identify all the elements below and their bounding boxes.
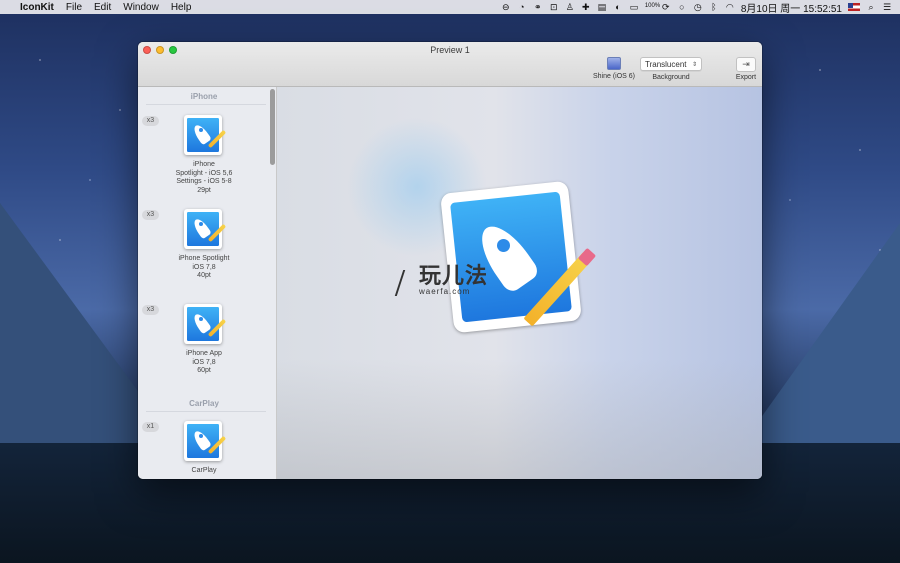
- icon-item-iphone-60pt[interactable]: iPhone App iOS 7,8 60pt: [138, 302, 270, 376]
- watermark-text: 玩儿法: [419, 263, 489, 288]
- preview-canvas: 玩儿法 waerfa.com: [277, 87, 762, 479]
- shine-label: Shine (iOS 6): [592, 73, 636, 80]
- section-divider: [146, 104, 266, 105]
- export-icon[interactable]: ⇥: [736, 57, 756, 72]
- window-content: iPhone x3 iPhone Spotlight - iOS 5,6 Set…: [138, 87, 762, 479]
- flag-icon[interactable]: [848, 3, 860, 11]
- document-icon[interactable]: ▤: [597, 2, 607, 12]
- titlebar: Preview 1 Shine (iOS 6) Translucent ⇕ Ba…: [138, 42, 762, 87]
- search-icon[interactable]: ⌕: [866, 2, 876, 12]
- watermark-url: waerfa.com: [419, 287, 471, 296]
- icon-item-iphone-29pt[interactable]: iPhone Spotlight - iOS 5,6 Settings - iO…: [138, 113, 270, 195]
- list-icon[interactable]: ☰: [882, 2, 892, 12]
- stop-icon[interactable]: ⊖: [501, 2, 511, 12]
- sidebar-scrollbar[interactable]: [270, 89, 275, 165]
- watermark-logo-icon: [394, 270, 420, 296]
- section-header-carplay: CarPlay: [189, 399, 219, 408]
- icon-item-label: iPhone Spotlight - iOS 5,6 Settings - iO…: [175, 161, 233, 194]
- app-icon: [182, 419, 227, 463]
- menu-edit[interactable]: Edit: [94, 2, 111, 13]
- menu-file[interactable]: File: [66, 2, 82, 13]
- app-icon: [182, 302, 227, 346]
- circle-icon[interactable]: ○: [677, 2, 687, 12]
- preview-window: Preview 1 Shine (iOS 6) Translucent ⇕ Ba…: [138, 42, 762, 479]
- background-select[interactable]: Translucent ⇕: [640, 57, 702, 71]
- icon-item-label: iPhone App iOS 7,8 60pt: [186, 350, 222, 374]
- battery-icon[interactable]: ▭: [629, 2, 639, 12]
- background-tool: Translucent ⇕ Background: [638, 57, 704, 81]
- background-value: Translucent: [645, 59, 687, 69]
- datetime[interactable]: 8月10日 周一 15:52:51: [741, 0, 842, 15]
- menu-help[interactable]: Help: [171, 2, 192, 13]
- reload-icon[interactable]: ⟳: [661, 2, 671, 12]
- clock-icon[interactable]: ◷: [693, 2, 703, 12]
- toggle-icon[interactable]: ◐: [613, 2, 623, 12]
- shine-tool[interactable]: Shine (iOS 6): [590, 57, 638, 80]
- plus-icon[interactable]: ✚: [581, 2, 591, 12]
- icon-item-carplay[interactable]: CarPlay: [138, 419, 270, 476]
- wifi-icon[interactable]: ◠: [725, 2, 735, 12]
- icon-size-sidebar: iPhone x3 iPhone Spotlight - iOS 5,6 Set…: [138, 87, 277, 479]
- menu-window[interactable]: Window: [123, 2, 159, 13]
- bluetooth-icon[interactable]: ᛒ: [709, 2, 719, 12]
- icon-item-iphone-40pt[interactable]: iPhone Spotlight iOS 7,8 40pt: [138, 207, 270, 281]
- app-icon: [182, 207, 227, 251]
- watermark: 玩儿法 waerfa.com: [394, 263, 489, 296]
- app-icon: [182, 113, 227, 157]
- icon-item-label: CarPlay: [191, 467, 217, 474]
- background-label: Background: [652, 74, 690, 81]
- updown-chevron-icon: ⇕: [691, 61, 697, 68]
- preview-app-icon: [440, 180, 597, 337]
- icon-item-label: iPhone Spotlight iOS 7,8 40pt: [178, 255, 230, 279]
- status-area: ⊖ ◔ ⚭ ⊡ ♙ ✚ ▤ ◐ ▭ 100% ⟳ ○ ◷ ᛒ ◠ 8月10日 周…: [501, 0, 892, 15]
- section-header-iphone: iPhone: [190, 92, 218, 101]
- app-menu[interactable]: IconKit: [20, 2, 54, 13]
- shine-icon: [607, 57, 621, 70]
- section-divider: [146, 411, 266, 412]
- background-shade: [277, 359, 762, 479]
- screenshot-icon[interactable]: ⊡: [549, 2, 559, 12]
- menu-bar: IconKit File Edit Window Help ⊖ ◔ ⚭ ⊡ ♙ …: [0, 0, 900, 15]
- export-label: Export: [735, 74, 757, 81]
- link-icon[interactable]: ⚭: [533, 2, 543, 12]
- window-title: Preview 1: [430, 45, 470, 55]
- user-icon[interactable]: ♙: [565, 2, 575, 12]
- export-tool[interactable]: ⇥ Export: [732, 57, 760, 81]
- battery-percent: 100%: [644, 2, 661, 9]
- timer-icon[interactable]: ◔: [517, 2, 527, 12]
